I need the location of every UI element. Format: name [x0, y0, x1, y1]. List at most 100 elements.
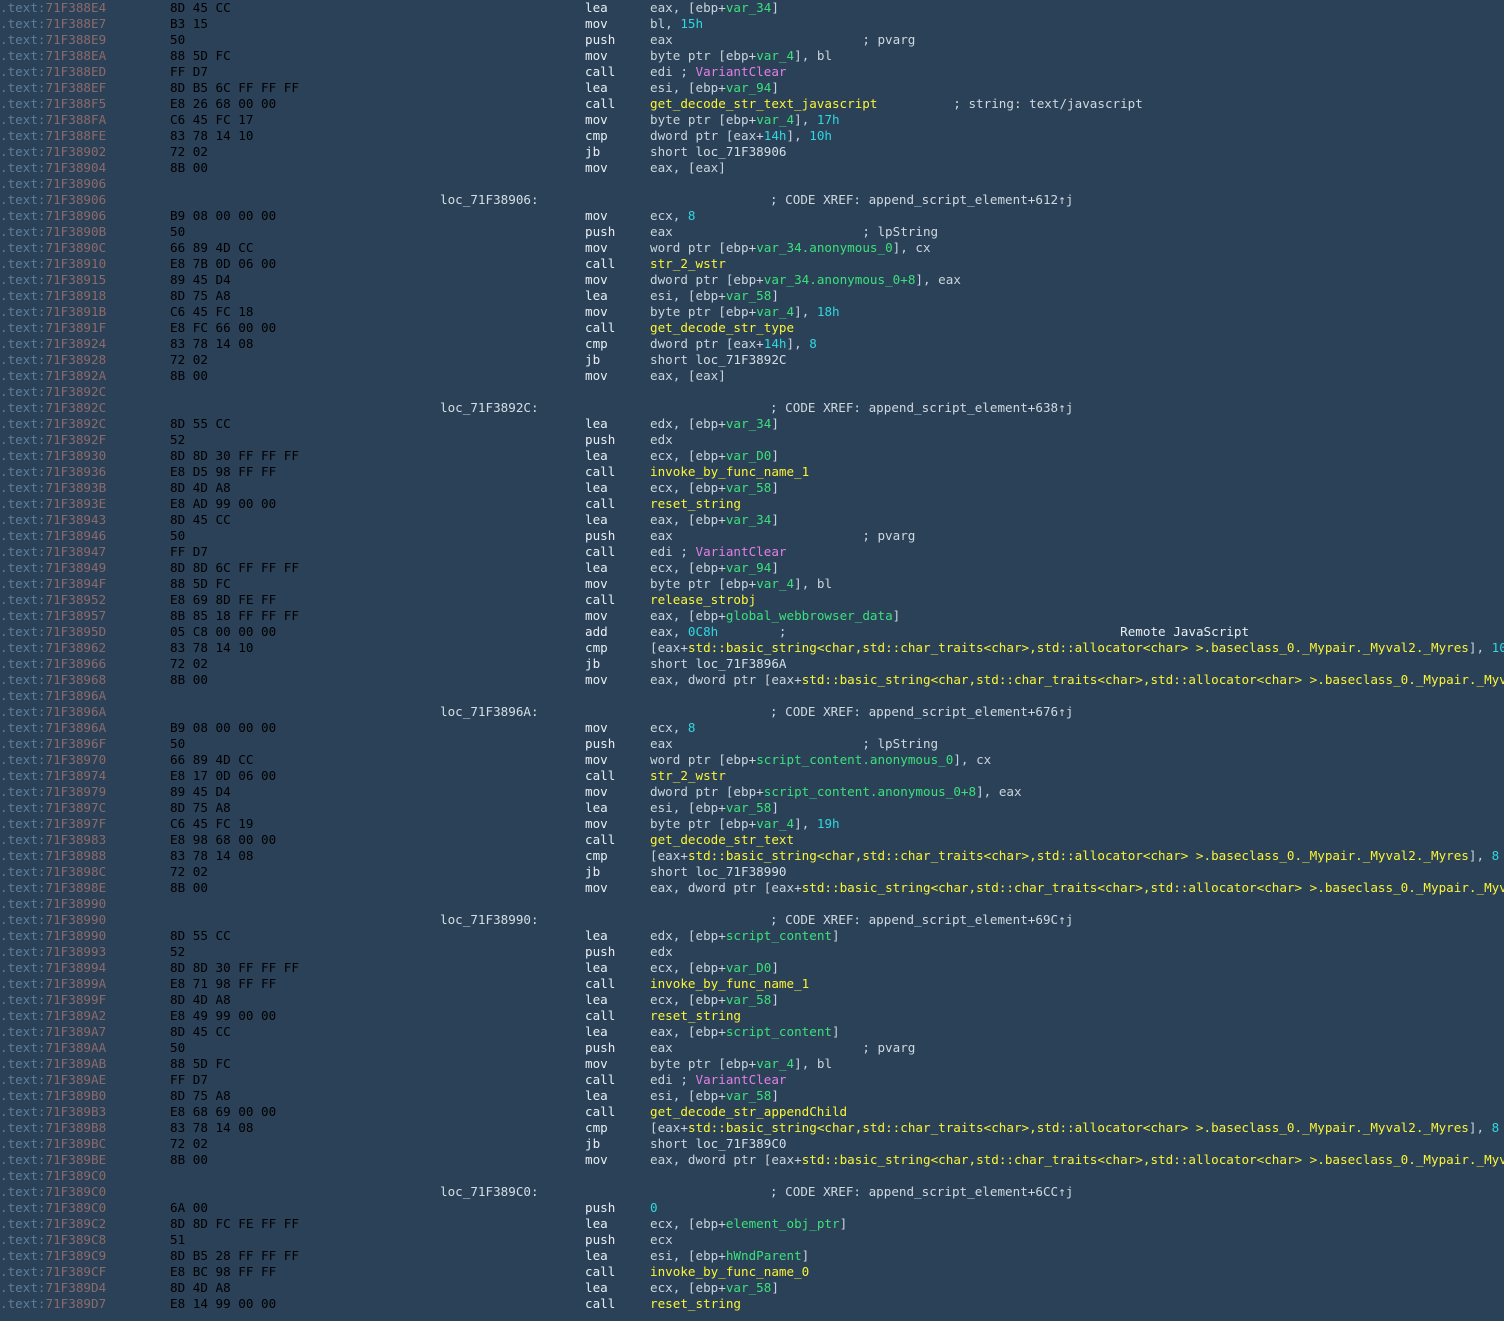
disasm-line[interactable]: .text:71F389B3E8 68 69 00 00callget_deco…: [0, 1104, 1504, 1120]
disasm-line[interactable]: .text:71F389C06A 00push0: [0, 1200, 1504, 1216]
operand-fn[interactable]: get_decode_str_type: [650, 320, 794, 335]
disasm-line[interactable]: .text:71F388EA88 5D FCmovbyte ptr [ebp+v…: [0, 48, 1504, 64]
disasm-line[interactable]: .text:71F389CFE8 BC 98 FF FFcallinvoke_b…: [0, 1264, 1504, 1280]
disasm-line[interactable]: .text:71F389B08D 75 A8leaesi, [ebp+var_5…: [0, 1088, 1504, 1104]
disasm-line[interactable]: .text:71F3894650pusheax ; pvarg: [0, 528, 1504, 544]
disasm-line[interactable]: .text:71F389948D 8D 30 FF FF FFleaecx, […: [0, 960, 1504, 976]
disasm-line[interactable]: .text:71F3891589 45 D4movdword ptr [ebp+…: [0, 272, 1504, 288]
disasm-line[interactable]: .text:71F388FAC6 45 FC 17movbyte ptr [eb…: [0, 112, 1504, 128]
disasm-line[interactable]: .text:71F3896Aloc_71F3896A:; CODE XREF: …: [0, 704, 1504, 720]
disasm-line[interactable]: .text:71F3893B8D 4D A8leaecx, [ebp+var_5…: [0, 480, 1504, 496]
code-label[interactable]: loc_71F38906:: [440, 192, 770, 208]
disasm-line[interactable]: .text:71F3897C8D 75 A8leaesi, [ebp+var_5…: [0, 800, 1504, 816]
disasm-line[interactable]: .text:71F389578B 85 18 FF FF FFmoveax, […: [0, 608, 1504, 624]
disasm-line[interactable]: .text:71F38952E8 69 8D FE FFcallrelease_…: [0, 592, 1504, 608]
disasm-line[interactable]: .text:71F389A78D 45 CCleaeax, [ebp+scrip…: [0, 1024, 1504, 1040]
code-label[interactable]: loc_71F3892C:: [440, 400, 770, 416]
disasm-line[interactable]: .text:71F389D48D 4D A8leaecx, [ebp+var_5…: [0, 1280, 1504, 1296]
disasm-line[interactable]: .text:71F3892Cloc_71F3892C:; CODE XREF: …: [0, 400, 1504, 416]
disasm-line[interactable]: .text:71F38906: [0, 176, 1504, 192]
operand-loc[interactable]: loc_71F3896A: [696, 656, 787, 671]
disasm-line[interactable]: .text:71F38983E8 98 68 00 00callget_deco…: [0, 832, 1504, 848]
disasm-line[interactable]: .text:71F3898C72 02jbshort loc_71F38990: [0, 864, 1504, 880]
disasm-line[interactable]: .text:71F38910E8 7B 0D 06 00callstr_2_ws…: [0, 256, 1504, 272]
disasm-line[interactable]: .text:71F388F5E8 26 68 00 00callget_deco…: [0, 96, 1504, 112]
operand-fn[interactable]: str_2_wstr: [650, 768, 726, 783]
disasm-line[interactable]: .text:71F389188D 75 A8leaesi, [ebp+var_5…: [0, 288, 1504, 304]
disasm-line[interactable]: .text:71F388E7B3 15movbl, 15h: [0, 16, 1504, 32]
disasm-line[interactable]: .text:71F38906B9 08 00 00 00movecx, 8: [0, 208, 1504, 224]
disasm-line[interactable]: .text:71F3899352pushedx: [0, 944, 1504, 960]
operand-fn[interactable]: reset_string: [650, 496, 741, 511]
disasm-line[interactable]: .text:71F389308D 8D 30 FF FF FFleaecx, […: [0, 448, 1504, 464]
disasm-line[interactable]: .text:71F3896AB9 08 00 00 00movecx, 8: [0, 720, 1504, 736]
disasm-line[interactable]: .text:71F389048B 00moveax, [eax]: [0, 160, 1504, 176]
disasm-line[interactable]: .text:71F3892F52pushedx: [0, 432, 1504, 448]
disasm-line[interactable]: .text:71F3890B50pusheax ; lpString: [0, 224, 1504, 240]
disasm-line[interactable]: .text:71F3896672 02jbshort loc_71F3896A: [0, 656, 1504, 672]
code-label[interactable]: loc_71F3896A:: [440, 704, 770, 720]
disasm-line[interactable]: .text:71F389C98D B5 28 FF FF FFleaesi, […: [0, 1248, 1504, 1264]
disasm-line[interactable]: .text:71F3894F88 5D FCmovbyte ptr [ebp+v…: [0, 576, 1504, 592]
disasm-line[interactable]: .text:71F388FE83 78 14 10cmpdword ptr [e…: [0, 128, 1504, 144]
disasm-line[interactable]: .text:71F388E48D 45 CCleaeax, [ebp+var_3…: [0, 0, 1504, 16]
disasm-line[interactable]: .text:71F389AEFF D7calledi ; VariantClea…: [0, 1072, 1504, 1088]
operand-loc[interactable]: loc_71F3892C: [696, 352, 787, 367]
disasm-line[interactable]: .text:71F38936E8 D5 98 FF FFcallinvoke_b…: [0, 464, 1504, 480]
operand-fn[interactable]: get_decode_str_appendChild: [650, 1104, 847, 1119]
disasm-line[interactable]: .text:71F389BC72 02jbshort loc_71F389C0: [0, 1136, 1504, 1152]
operand-fn[interactable]: invoke_by_func_name_1: [650, 464, 809, 479]
disasm-line[interactable]: .text:71F38974E8 17 0D 06 00callstr_2_ws…: [0, 768, 1504, 784]
disasm-line[interactable]: .text:71F389498D 8D 6C FF FF FFleaecx, […: [0, 560, 1504, 576]
operand-fn[interactable]: reset_string: [650, 1008, 741, 1023]
disasm-line[interactable]: .text:71F3892C: [0, 384, 1504, 400]
disasm-line[interactable]: .text:71F38990: [0, 896, 1504, 912]
disasm-line[interactable]: .text:71F3896A: [0, 688, 1504, 704]
operand-fn[interactable]: get_decode_str_text_javascript: [650, 96, 877, 111]
disasm-line[interactable]: .text:71F388EDFF D7calledi ; VariantClea…: [0, 64, 1504, 80]
disasm-line[interactable]: .text:71F3892483 78 14 08cmpdword ptr [e…: [0, 336, 1504, 352]
operand-api[interactable]: VariantClear: [696, 1072, 787, 1087]
disasm-line[interactable]: .text:71F3891BC6 45 FC 18movbyte ptr [eb…: [0, 304, 1504, 320]
disasm-line[interactable]: .text:71F3896283 78 14 10cmp[eax+std::ba…: [0, 640, 1504, 656]
disasm-line[interactable]: .text:71F389908D 55 CCleaedx, [ebp+scrip…: [0, 928, 1504, 944]
operand-api[interactable]: VariantClear: [696, 64, 787, 79]
disasm-line[interactable]: .text:71F389AA50pusheax ; pvarg: [0, 1040, 1504, 1056]
disasm-line[interactable]: .text:71F3897FC6 45 FC 19movbyte ptr [eb…: [0, 816, 1504, 832]
code-label[interactable]: loc_71F38990:: [440, 912, 770, 928]
disassembly-view[interactable]: .text:71F388E48D 45 CCleaeax, [ebp+var_3…: [0, 0, 1504, 1321]
disasm-line[interactable]: .text:71F389B883 78 14 08cmp[eax+std::ba…: [0, 1120, 1504, 1136]
disasm-line[interactable]: .text:71F3895D05 C8 00 00 00addeax, 0C8h…: [0, 624, 1504, 640]
disasm-line[interactable]: .text:71F3899F8D 4D A8leaecx, [ebp+var_5…: [0, 992, 1504, 1008]
operand-loc[interactable]: loc_71F38990: [696, 864, 787, 879]
disasm-line[interactable]: .text:71F3893EE8 AD 99 00 00callreset_st…: [0, 496, 1504, 512]
disasm-line[interactable]: .text:71F3896F50pusheax ; lpString: [0, 736, 1504, 752]
operand-fn[interactable]: str_2_wstr: [650, 256, 726, 271]
disasm-line[interactable]: .text:71F3899AE8 71 98 FF FFcallinvoke_b…: [0, 976, 1504, 992]
disasm-line[interactable]: .text:71F389688B 00moveax, dword ptr [ea…: [0, 672, 1504, 688]
operand-loc[interactable]: loc_71F38906: [696, 144, 787, 159]
disasm-line[interactable]: .text:71F389D7E8 14 99 00 00callreset_st…: [0, 1296, 1504, 1312]
operand-fn[interactable]: reset_string: [650, 1296, 741, 1311]
disasm-line[interactable]: .text:71F38906loc_71F38906:; CODE XREF: …: [0, 192, 1504, 208]
operand-fn[interactable]: invoke_by_func_name_1: [650, 976, 809, 991]
disasm-line[interactable]: .text:71F388EF8D B5 6C FF FF FFleaesi, […: [0, 80, 1504, 96]
disasm-line[interactable]: .text:71F3892C8D 55 CCleaedx, [ebp+var_3…: [0, 416, 1504, 432]
operand-loc[interactable]: loc_71F389C0: [696, 1136, 787, 1151]
disasm-line[interactable]: .text:71F3897066 89 4D CCmovword ptr [eb…: [0, 752, 1504, 768]
disasm-line[interactable]: .text:71F388E950pusheax ; pvarg: [0, 32, 1504, 48]
disasm-line[interactable]: .text:71F389AB88 5D FCmovbyte ptr [ebp+v…: [0, 1056, 1504, 1072]
operand-fn[interactable]: get_decode_str_text: [650, 832, 794, 847]
operand-fn[interactable]: invoke_by_func_name_0: [650, 1264, 809, 1279]
disasm-line[interactable]: .text:71F389C0: [0, 1168, 1504, 1184]
disasm-line[interactable]: .text:71F38947FF D7calledi ; VariantClea…: [0, 544, 1504, 560]
disasm-line[interactable]: .text:71F389C0loc_71F389C0:; CODE XREF: …: [0, 1184, 1504, 1200]
disasm-line[interactable]: .text:71F389BE8B 00moveax, dword ptr [ea…: [0, 1152, 1504, 1168]
operand-api[interactable]: VariantClear: [696, 544, 787, 559]
disasm-line[interactable]: .text:71F389A2E8 49 99 00 00callreset_st…: [0, 1008, 1504, 1024]
disasm-line[interactable]: .text:71F389C28D 8D FC FE FF FFleaecx, […: [0, 1216, 1504, 1232]
code-label[interactable]: loc_71F389C0:: [440, 1184, 770, 1200]
disasm-line[interactable]: .text:71F3892A8B 00moveax, [eax]: [0, 368, 1504, 384]
disasm-line[interactable]: .text:71F3890272 02jbshort loc_71F38906: [0, 144, 1504, 160]
disasm-line[interactable]: .text:71F38990loc_71F38990:; CODE XREF: …: [0, 912, 1504, 928]
